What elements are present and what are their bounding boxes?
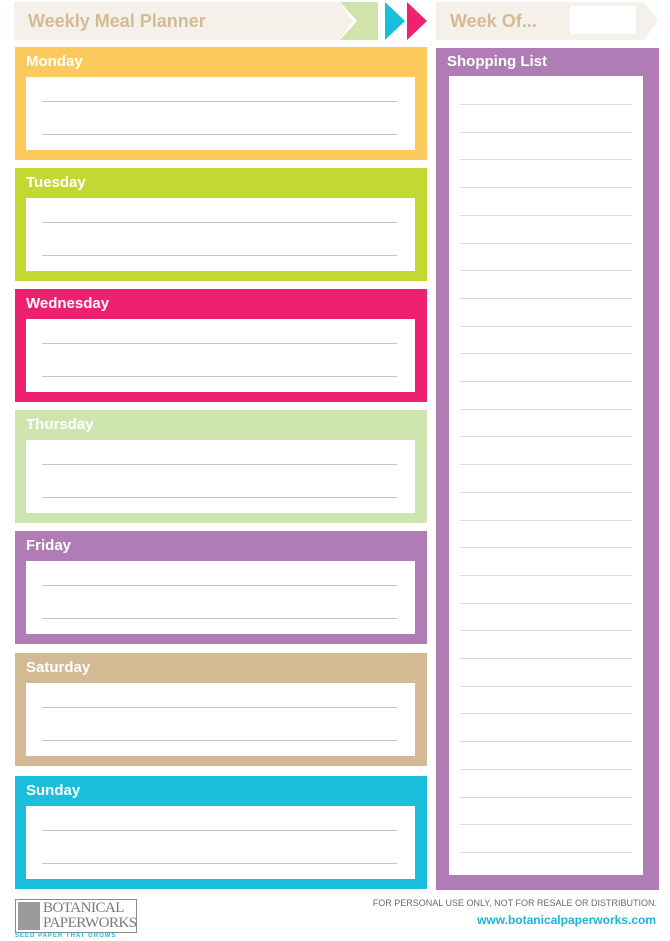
week-of-banner: Week Of... [436,2,658,40]
shopping-line [460,297,632,299]
day-card-monday: Monday [15,47,427,160]
shopping-line [460,796,632,798]
week-of-input[interactable] [570,6,636,34]
shopping-list-panel: Shopping List [436,48,659,890]
writing-line [42,343,397,344]
shopping-line [460,547,632,549]
writing-line [42,585,397,586]
logo-emblem-icon [18,902,40,930]
writing-line [42,707,397,708]
day-label: Friday [26,537,72,554]
day-label: Saturday [26,659,91,676]
shopping-line [460,408,632,410]
writing-line [42,740,397,741]
writing-line [42,255,397,256]
writing-line [42,497,397,498]
shopping-line [460,159,632,161]
pink-arrow-icon [407,2,427,40]
shopping-list-title: Shopping List [447,53,547,70]
logo-tagline: SEED PAPER THAT GROWS [15,933,117,939]
title-banner: Weekly Meal Planner [14,2,353,40]
meal-entry-box[interactable] [26,561,415,634]
cyan-arrow-icon [385,2,405,40]
day-card-sunday: Sunday [15,776,427,889]
shopping-line [460,242,632,244]
shopping-line [460,713,632,715]
shopping-line [460,214,632,216]
shopping-line [460,630,632,632]
shopping-line [460,325,632,327]
day-card-saturday: Saturday [15,653,427,766]
shopping-line [460,574,632,576]
shopping-line [460,602,632,604]
shopping-list-box[interactable] [449,76,643,875]
meal-entry-box[interactable] [26,198,415,271]
day-card-wednesday: Wednesday [15,289,427,402]
writing-line [42,134,397,135]
day-label: Wednesday [26,295,110,312]
shopping-line [460,685,632,687]
writing-line [42,464,397,465]
botanical-paperworks-logo: BOTANICAL PAPERWORKS [15,899,137,933]
day-label: Monday [26,53,83,70]
day-card-tuesday: Tuesday [15,168,427,281]
writing-line [42,222,397,223]
shopping-line [460,851,632,853]
page-title: Weekly Meal Planner [28,11,206,31]
writing-line [42,101,397,102]
meal-entry-box[interactable] [26,77,415,150]
meal-entry-box[interactable] [26,319,415,392]
logo-line2: PAPERWORKS [43,915,137,931]
writing-line [42,618,397,619]
writing-line [42,863,397,864]
shopping-line [460,824,632,826]
day-card-thursday: Thursday [15,410,427,523]
meal-entry-box[interactable] [26,806,415,879]
week-of-label: Week Of... [450,11,537,31]
day-label: Sunday [26,782,81,799]
shopping-line [460,768,632,770]
shopping-line [460,381,632,382]
meal-entry-box[interactable] [26,440,415,513]
shopping-line [460,187,632,189]
website-link[interactable]: www.botanicalpaperworks.com [477,913,656,927]
shopping-line [460,131,632,133]
shopping-line [460,270,632,272]
meal-entry-box[interactable] [26,683,415,756]
day-card-friday: Friday [15,531,427,644]
shopping-line [460,741,632,743]
writing-line [42,830,397,831]
shopping-line [460,464,632,466]
disclaimer-text: FOR PERSONAL USE ONLY, NOT FOR RESALE OR… [372,898,657,908]
shopping-line [460,436,632,438]
shopping-line [460,491,632,493]
shopping-line [460,353,632,355]
logo-line1: BOTANICAL [43,900,124,916]
shopping-line [460,519,632,521]
writing-line [42,376,397,377]
shopping-line [460,658,632,659]
shopping-line [460,104,632,105]
day-label: Thursday [26,416,94,433]
day-label: Tuesday [26,174,86,191]
